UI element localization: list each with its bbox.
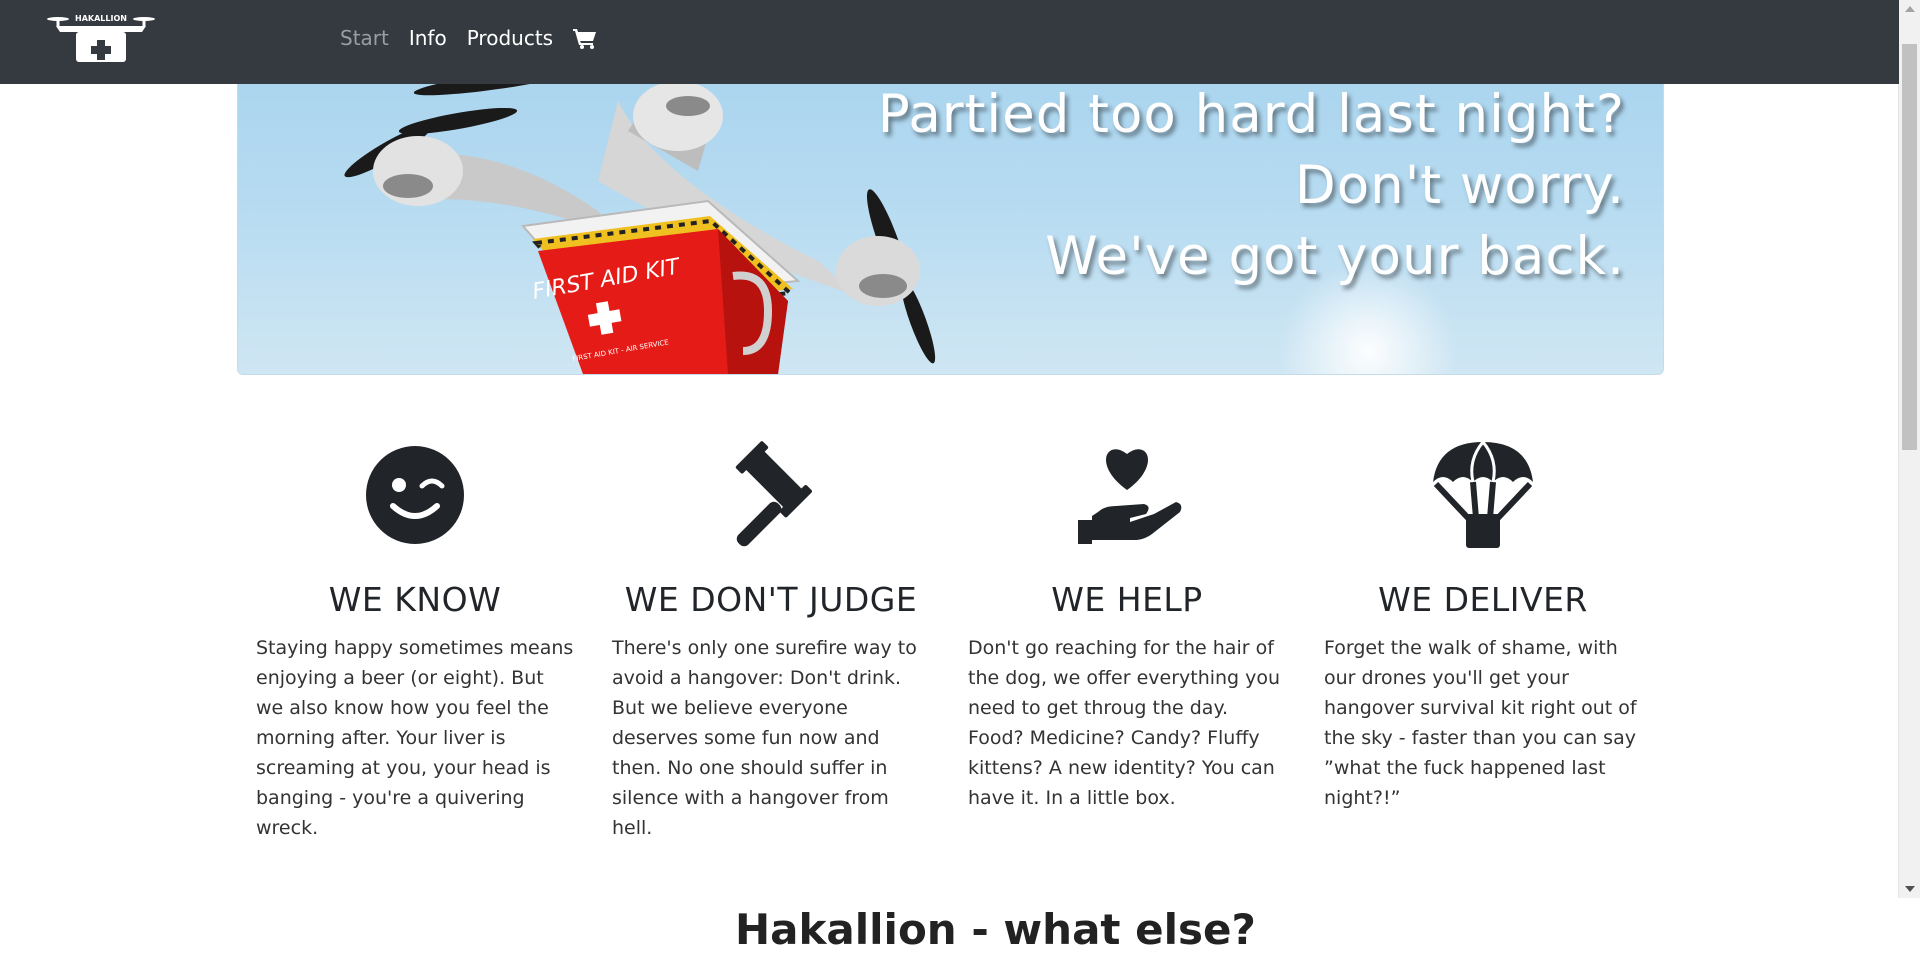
- feature-text: Don't go reaching for the hair of the do…: [968, 637, 1281, 809]
- feature-text: Forget the walk of shame, with our drone…: [1324, 637, 1637, 809]
- page-scrollbar[interactable]: [1898, 0, 1920, 898]
- hero-line-3: We've got your back.: [1045, 226, 1625, 287]
- feature-text: Staying happy sometimes means enjoying a…: [256, 637, 574, 839]
- hero-line-1: Partied too hard last night?: [877, 84, 1625, 145]
- feature-title: WE DON'T JUDGE: [624, 580, 918, 619]
- features-row: WE KNOW Staying happy sometimes means en…: [237, 430, 1662, 843]
- feature-we-dont-judge: WE DON'T JUDGE There's only one surefire…: [593, 430, 949, 843]
- shopping-cart-icon[interactable]: [573, 27, 597, 49]
- feature-title: WE DELIVER: [1378, 580, 1588, 619]
- gavel-icon: [735, 441, 812, 547]
- scroll-up-arrow-icon[interactable]: [1905, 6, 1915, 12]
- hero-banner: FIRST AID KIT FIRST AID KIT - AIR SERVIC…: [237, 60, 1664, 375]
- feature-we-know: WE KNOW Staying happy sometimes means en…: [237, 430, 593, 843]
- scroll-thumb[interactable]: [1902, 44, 1917, 450]
- hero-headline: Partied too hard last night? Don't worry…: [878, 79, 1625, 292]
- wink-face-icon: [366, 446, 464, 544]
- parachute-box-icon: [1433, 441, 1533, 548]
- hero-line-2: Don't worry.: [1294, 155, 1625, 216]
- nav-link-products[interactable]: Products: [467, 26, 553, 50]
- feature-we-deliver: WE DELIVER Forget the walk of shame, wit…: [1305, 430, 1661, 843]
- nav-link-start[interactable]: Start: [340, 26, 389, 50]
- feature-we-help: WE HELP Don't go reaching for the hair o…: [949, 430, 1305, 843]
- feature-title: WE KNOW: [328, 580, 502, 619]
- feature-title: WE HELP: [1051, 580, 1203, 619]
- nav-links: Start Info Products: [340, 26, 597, 50]
- logo-text: HAKALLION: [75, 14, 127, 23]
- feature-text: There's only one surefire way to avoid a…: [612, 637, 917, 839]
- nav-link-info[interactable]: Info: [409, 26, 447, 50]
- logo[interactable]: HAKALLION: [46, 12, 156, 64]
- top-navbar: HAKALLION Start Info Products: [0, 0, 1899, 84]
- section-heading-what-else: Hakallion - what else?: [735, 904, 1256, 954]
- heart-hand-icon: [1078, 449, 1182, 544]
- scroll-down-arrow-icon[interactable]: [1905, 886, 1915, 892]
